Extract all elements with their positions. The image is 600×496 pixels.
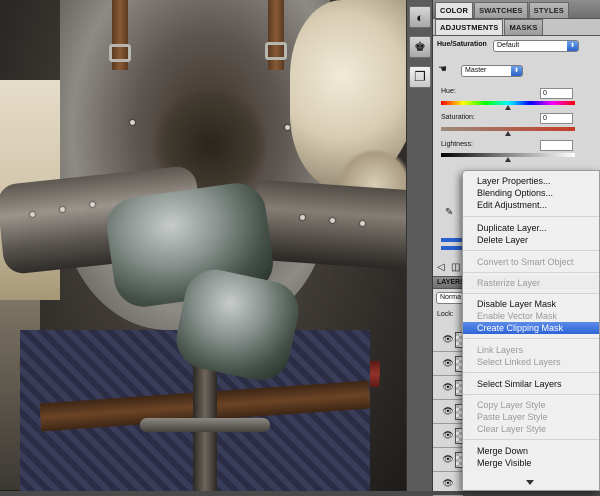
layers-panel-icon[interactable]: ❐ (409, 66, 431, 88)
menu-item-create-clipping-mask[interactable]: Create Clipping Mask (463, 322, 599, 334)
visibility-eye-icon[interactable]: 👁 (442, 430, 453, 441)
menu-item-rasterize-layer[interactable]: Rasterize Layer (463, 277, 599, 289)
visibility-eye-icon[interactable]: 👁 (442, 406, 453, 417)
menu-item-layer-properties[interactable]: Layer Properties... (463, 175, 599, 187)
eyedropper-icon[interactable]: ✎ (445, 207, 453, 218)
adjustments-icon[interactable]: ◐ (409, 6, 431, 28)
menu-separator (463, 293, 599, 294)
document-canvas[interactable] (0, 0, 406, 491)
hue-slider-thumb[interactable] (505, 105, 511, 110)
strap-buckle-right (265, 42, 287, 60)
panel-back-icon[interactable]: ◁ (437, 262, 445, 273)
menu-item-enable-vector-mask[interactable]: Enable Vector Mask (463, 310, 599, 322)
visibility-eye-icon[interactable]: 👁 (442, 454, 453, 465)
rivet (90, 202, 95, 207)
tab-layers[interactable]: LAYERS (437, 279, 465, 286)
saturation-input[interactable]: 0 (540, 113, 573, 124)
tab-styles[interactable]: STYLES (528, 2, 570, 18)
visibility-eye-icon[interactable]: 👁 (442, 478, 453, 489)
menu-item-link-layers[interactable]: Link Layers (463, 344, 599, 356)
visibility-eye-icon[interactable]: 👁 (442, 382, 453, 393)
adjustments-tabbar: ADJUSTMENTS MASKS (433, 19, 600, 36)
layer-row[interactable]: 👁 (433, 472, 463, 496)
preset-select[interactable]: Default ⬍ (493, 40, 579, 52)
preset-value: Default (497, 42, 520, 49)
adjustment-title: Hue/Saturation (437, 41, 487, 48)
strap-buckle-left (109, 44, 131, 62)
layer-context-menu: Layer Properties... Blending Options... … (462, 170, 600, 491)
menu-item-clear-layer-style[interactable]: Clear Layer Style (463, 423, 599, 435)
menu-item-select-linked-layers[interactable]: Select Linked Layers (463, 356, 599, 368)
rivet (360, 221, 365, 226)
menu-separator (463, 439, 599, 440)
saturation-label: Saturation: (441, 114, 475, 121)
menu-item-select-similar-layers[interactable]: Select Similar Layers (463, 378, 599, 390)
rivet (130, 120, 135, 125)
channel-value: Master (465, 67, 487, 74)
panel-dock-strip: ◐ ♚ ❐ (406, 0, 432, 491)
color-tabbar: COLOR SWATCHES STYLES (433, 0, 600, 19)
chevron-down-icon[interactable] (526, 480, 534, 485)
menu-item-blending-options[interactable]: Blending Options... (463, 187, 599, 199)
tab-adjustments[interactable]: ADJUSTMENTS (435, 19, 504, 35)
lock-label: Lock: (437, 311, 454, 318)
menu-separator (463, 216, 599, 217)
menu-item-disable-layer-mask[interactable]: Disable Layer Mask (463, 298, 599, 310)
rivet (300, 215, 305, 220)
hue-label: Hue: (441, 88, 456, 95)
tab-masks[interactable]: MASKS (504, 19, 543, 35)
rivet (285, 125, 290, 130)
tab-swatches[interactable]: SWATCHES (474, 2, 528, 18)
lightness-input[interactable] (540, 140, 573, 151)
menu-separator (463, 272, 599, 273)
lightness-label: Lightness: (441, 141, 473, 148)
tab-color[interactable]: COLOR (435, 2, 474, 18)
menu-item-copy-layer-style[interactable]: Copy Layer Style (463, 399, 599, 411)
color-bar-top (441, 238, 463, 242)
menu-item-paste-layer-style[interactable]: Paste Layer Style (463, 411, 599, 423)
chevron-down-icon: ⬍ (511, 66, 522, 76)
lightness-slider-thumb[interactable] (505, 157, 511, 162)
menu-separator (463, 372, 599, 373)
sword-crossguard (140, 418, 270, 432)
menu-item-delete-layer[interactable]: Delete Layer (463, 234, 599, 246)
chevron-down-icon: ⬍ (567, 41, 578, 51)
targeted-adjustment-icon[interactable]: ☚ (438, 64, 447, 75)
menu-item-edit-adjustment[interactable]: Edit Adjustment... (463, 199, 599, 211)
menu-item-merge-visible[interactable]: Merge Visible (463, 457, 599, 469)
blend-mode-select[interactable]: Norma (436, 292, 464, 304)
menu-item-merge-down[interactable]: Merge Down (463, 445, 599, 457)
panel-view-icon[interactable]: ◫ (451, 262, 460, 273)
visibility-eye-icon[interactable]: 👁 (442, 334, 453, 345)
channel-select[interactable]: Master ⬍ (461, 65, 523, 77)
menu-item-convert-smart-object[interactable]: Convert to Smart Object (463, 256, 599, 268)
channels-icon[interactable]: ♚ (409, 36, 431, 58)
hue-input[interactable]: 0 (540, 88, 573, 99)
rivet (330, 218, 335, 223)
rivet (60, 207, 65, 212)
menu-separator (463, 338, 599, 339)
menu-separator (463, 394, 599, 395)
visibility-eye-icon[interactable]: 👁 (442, 358, 453, 369)
saturation-slider-thumb[interactable] (505, 131, 511, 136)
menu-item-duplicate-layer[interactable]: Duplicate Layer... (463, 222, 599, 234)
menu-separator (463, 250, 599, 251)
rivet (30, 212, 35, 217)
color-bar-bottom (441, 246, 463, 250)
blend-mode-value: Norma (440, 294, 462, 301)
